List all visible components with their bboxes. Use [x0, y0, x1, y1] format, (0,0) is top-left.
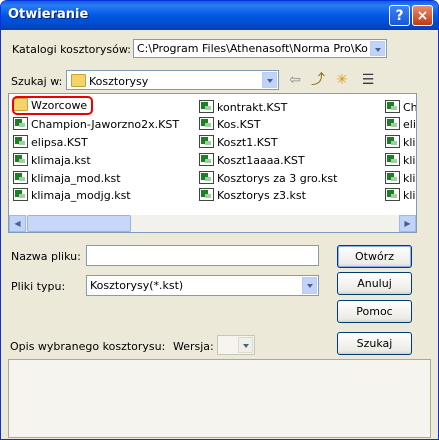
scroll-thumb[interactable]: [27, 215, 131, 232]
file-list[interactable]: Wzorcowe Champion-Jaworzno2x.KST elipsa.…: [8, 93, 417, 233]
chevron-down-icon[interactable]: [302, 277, 317, 294]
chevron-down-icon[interactable]: [238, 337, 253, 353]
cancel-button[interactable]: Anuluj: [337, 272, 412, 295]
kst-file-icon: [385, 100, 400, 113]
folder-icon: [71, 74, 86, 87]
filename-label: Nazwa pliku:: [11, 250, 81, 263]
kst-file-icon: [199, 100, 214, 113]
description-label: Opis wybranego kosztorysu:: [10, 340, 166, 353]
open-button[interactable]: Otwórz: [337, 245, 412, 268]
kst-file-icon: [13, 117, 28, 130]
scroll-left-icon[interactable]: ◀: [9, 215, 26, 232]
filetype-label: Pliki typu:: [11, 280, 66, 293]
view-menu-icon[interactable]: ☰: [357, 71, 379, 89]
list-item[interactable]: klimaja_mod.kst: [13, 171, 121, 187]
kst-file-icon: [385, 153, 400, 166]
filename-input[interactable]: [86, 245, 319, 266]
scroll-right-icon[interactable]: ▶: [399, 215, 416, 232]
list-item[interactable]: klimaja_modjg.kst: [13, 188, 131, 204]
chevron-down-icon[interactable]: [262, 72, 277, 88]
description-area: [8, 359, 431, 438]
kst-file-icon: [199, 188, 214, 201]
list-item[interactable]: Kos.KST: [199, 117, 261, 133]
search-button[interactable]: Szukaj: [337, 332, 412, 355]
title-bar: Otwieranie ? ×: [1, 1, 438, 30]
list-item[interactable]: klim: [385, 135, 416, 151]
catalog-combo[interactable]: C:\Program Files\Athenasoft\Norma Pro\Ko…: [133, 39, 387, 58]
list-item[interactable]: kontrakt.KST: [199, 100, 287, 116]
list-item[interactable]: elipsa.KST: [13, 135, 88, 151]
new-folder-icon[interactable]: ✳: [333, 71, 351, 89]
kst-file-icon: [13, 153, 28, 166]
kst-file-icon: [199, 117, 214, 130]
lookin-value: Kosztorysy: [89, 75, 149, 88]
kst-file-icon: [385, 135, 400, 148]
kst-file-icon: [199, 153, 214, 166]
kst-file-icon: [385, 171, 400, 184]
kst-file-icon: [13, 171, 28, 184]
version-label: Wersja:: [173, 340, 214, 353]
kst-file-icon: [13, 135, 28, 148]
list-item[interactable]: Kosztorys z3.kst: [199, 188, 306, 204]
filetype-combo[interactable]: Kosztorysy(*.kst): [86, 275, 319, 296]
kst-file-icon: [13, 188, 28, 201]
list-item[interactable]: elipa: [385, 117, 416, 133]
list-item[interactable]: klim: [385, 153, 416, 169]
catalog-value: C:\Program Files\Athenasoft\Norma Pro\Ko…: [137, 42, 368, 55]
close-button[interactable]: ×: [412, 5, 433, 26]
kst-file-icon: [199, 171, 214, 184]
help-title-button[interactable]: ?: [389, 5, 410, 26]
kst-file-icon: [385, 117, 400, 130]
open-dialog: Otwieranie ? × Katalogi kosztorysów: C:\…: [0, 0, 439, 440]
list-item[interactable]: klim: [385, 171, 416, 187]
list-item[interactable]: Koszt1.KST: [199, 135, 278, 151]
list-item[interactable]: Kosztorys za 3 gro.kst: [199, 171, 337, 187]
kst-file-icon: [385, 188, 400, 201]
list-item[interactable]: klimaja.kst: [13, 153, 91, 169]
version-combo[interactable]: [217, 335, 255, 355]
lookin-combo[interactable]: Kosztorysy: [66, 70, 279, 90]
help-button[interactable]: Pomoc: [337, 300, 412, 323]
up-folder-icon[interactable]: ⤴: [309, 71, 327, 89]
kst-file-icon: [199, 135, 214, 148]
chevron-down-icon[interactable]: [370, 41, 385, 56]
list-item[interactable]: Koszt1aaaa.KST: [199, 153, 305, 169]
list-item[interactable]: Cha: [385, 100, 416, 116]
horizontal-scrollbar[interactable]: ◀ ▶: [9, 215, 416, 232]
lookin-label: Szukaj w:: [11, 75, 63, 88]
dialog-title: Otwieranie: [8, 7, 89, 22]
catalog-label: Katalogi kosztorysów:: [12, 43, 131, 56]
selection-highlight: [12, 96, 93, 115]
list-item[interactable]: klim: [385, 188, 416, 204]
back-icon[interactable]: ⇦: [286, 71, 304, 89]
list-item[interactable]: Champion-Jaworzno2x.KST: [13, 117, 179, 133]
filetype-value: Kosztorysy(*.kst): [90, 279, 184, 292]
